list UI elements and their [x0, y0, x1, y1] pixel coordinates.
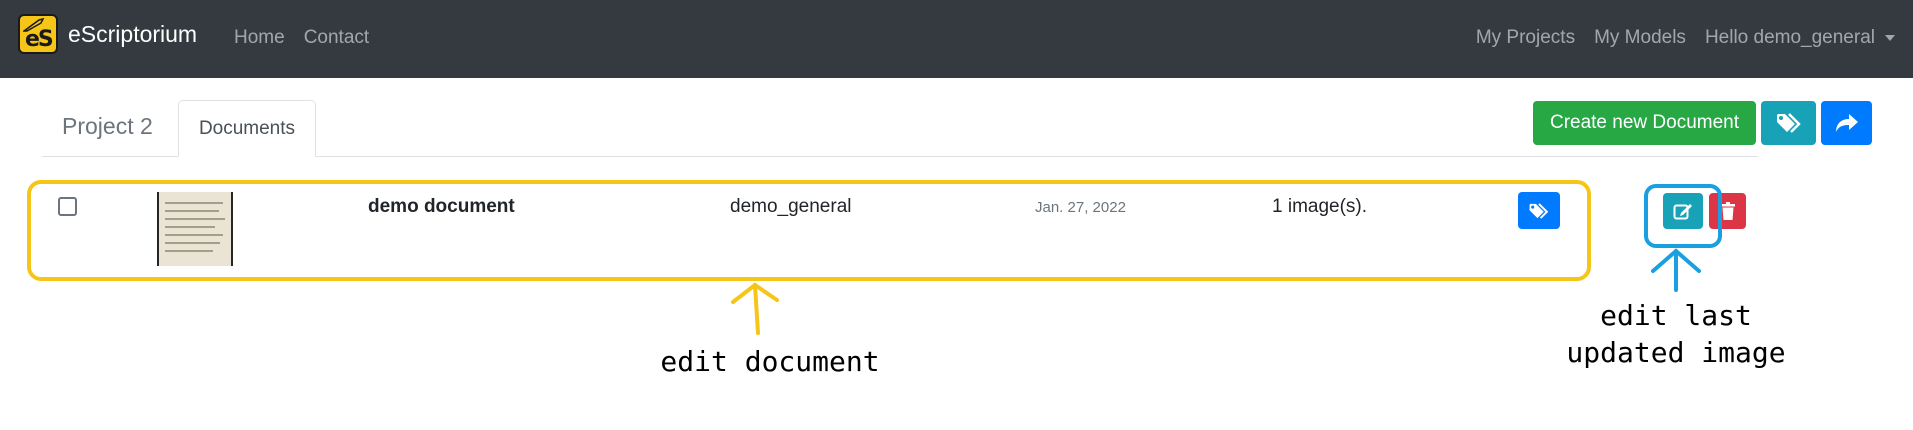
annotation-edit-document: edit document [660, 345, 880, 378]
annotation-edit-last-image: edit last updated image [1548, 297, 1804, 371]
annotation-line: updated image [1566, 336, 1786, 369]
annotation-line: edit last [1600, 299, 1752, 332]
edit-image-arrow [1651, 248, 1701, 292]
edit-document-arrow [731, 282, 779, 335]
